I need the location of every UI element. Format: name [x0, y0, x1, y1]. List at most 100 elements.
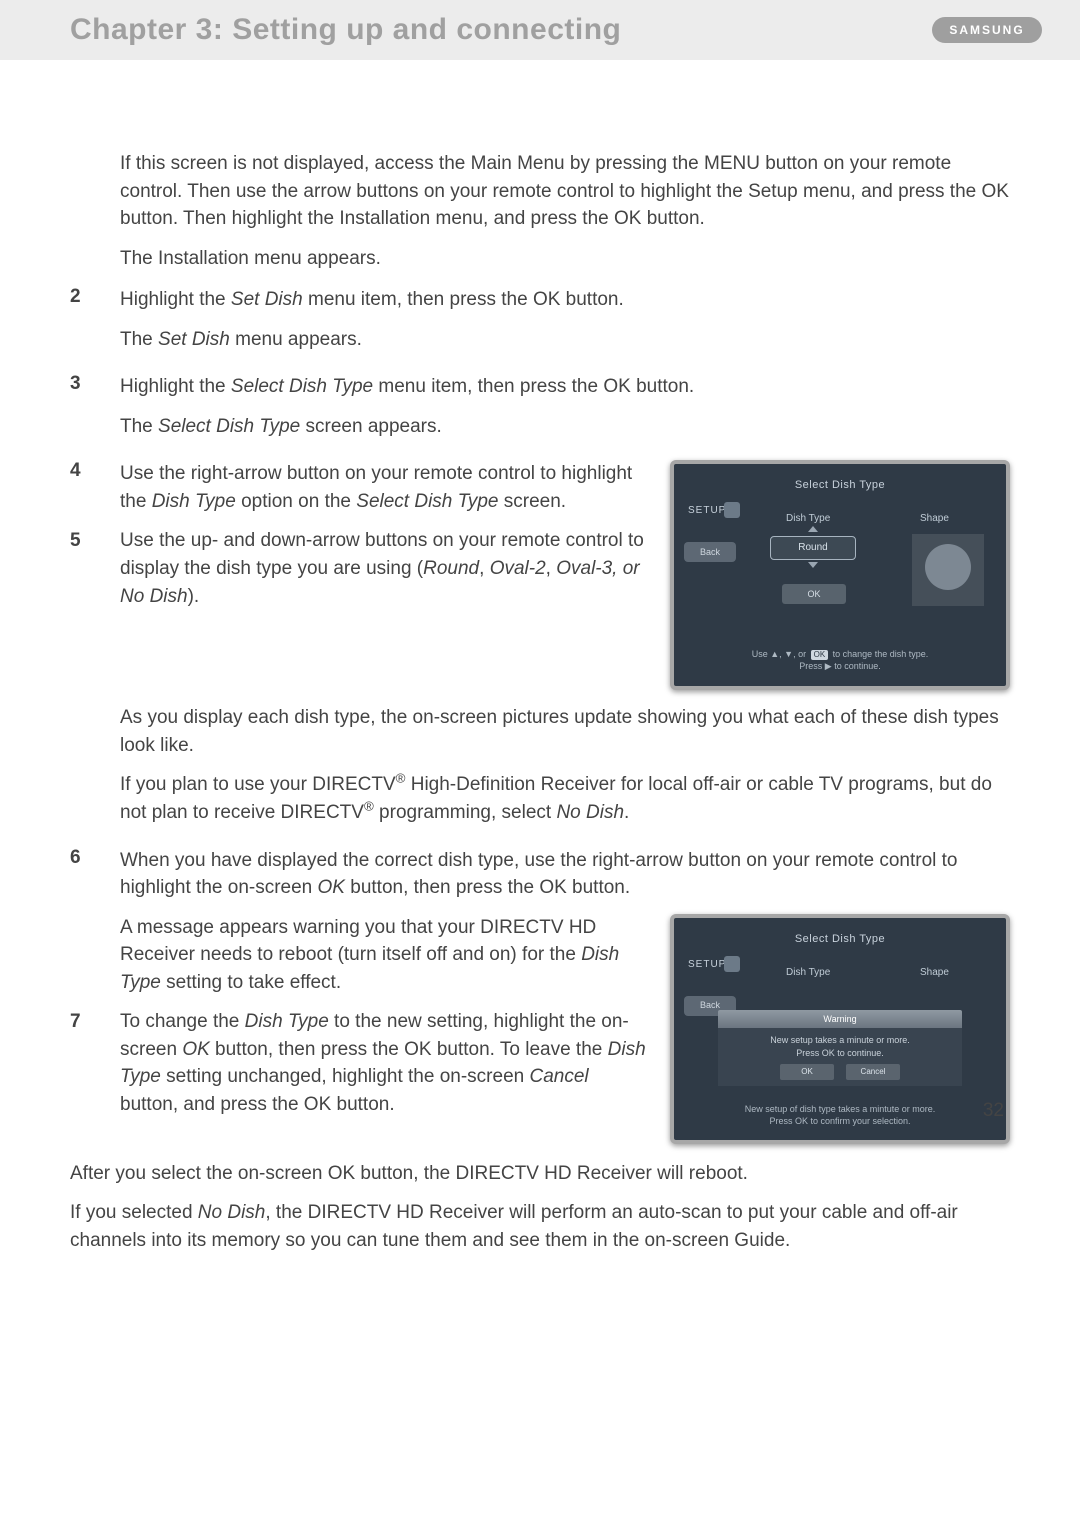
- tv-hint-text: New setup of dish type takes a mintute o…: [674, 1104, 1006, 1127]
- tv-column-dish-type: Dish Type: [786, 966, 830, 981]
- closing-2: If you selected No Dish, the DIRECTV HD …: [70, 1199, 1010, 1254]
- page-number: 32: [983, 1100, 1004, 1122]
- text-fragment: Use ▲, ▼, or: [752, 649, 809, 659]
- text-fragment: If you selected: [70, 1202, 198, 1223]
- text-fragment: The: [120, 329, 158, 350]
- tv-setup-label: SETUP: [688, 958, 726, 973]
- registered-symbol: ®: [364, 799, 374, 814]
- warning-dialog-screenshot: Select Dish Type SETUP Dish Type Shape B…: [670, 914, 1010, 1144]
- tv-warning-title: Warning: [718, 1010, 962, 1028]
- text-fragment: screen appears.: [300, 416, 442, 437]
- text-fragment: menu item, then press the OK button.: [303, 289, 624, 310]
- ok-chip-icon: OK: [795, 1116, 808, 1126]
- tv-dish-shape-preview: [912, 534, 984, 606]
- closing-paragraphs: After you select the on-screen OK button…: [70, 1160, 1010, 1255]
- emphasis-dish-type: Dish Type: [245, 1011, 329, 1032]
- text-fragment: Highlight the: [120, 289, 231, 310]
- step-4-text: Use the right-arrow button on your remot…: [120, 460, 650, 515]
- chapter-title: Chapter 3: Setting up and connecting: [70, 13, 621, 47]
- step-text: Highlight the Set Dish menu item, then p…: [120, 286, 1010, 314]
- tv-ok-button: OK: [782, 584, 846, 604]
- step-number: 7: [70, 1008, 120, 1130]
- text-fragment: ,: [479, 558, 490, 579]
- ok-chip-icon: OK: [811, 650, 829, 660]
- text-fragment: Press OK to continue.: [718, 1047, 962, 1060]
- step-5-text: Use the up- and down-arrow buttons on yo…: [120, 527, 650, 610]
- emphasis-select-dish-type: Select Dish Type: [158, 416, 300, 437]
- tv-column-shape: Shape: [920, 512, 949, 527]
- step-result: The Select Dish Type screen appears.: [120, 413, 1010, 441]
- select-dish-type-screenshot: Select Dish Type SETUP Dish Type Shape B…: [670, 460, 1010, 690]
- emphasis-set-dish: Set Dish: [231, 289, 303, 310]
- tv-dish-type-value: Round: [770, 536, 856, 560]
- text-fragment: Press ▶ to continue.: [799, 661, 880, 671]
- text-fragment: A message appears warning you that your …: [120, 917, 596, 966]
- text-fragment: ).: [188, 586, 200, 607]
- emphasis-no-dish: No Dish: [556, 802, 624, 823]
- gear-icon: [724, 502, 740, 518]
- text-fragment: button, then press the OK button. To lea…: [210, 1039, 608, 1060]
- text-fragment: programming, select: [374, 802, 557, 823]
- text-fragment: The: [120, 416, 158, 437]
- step-number: 2: [70, 286, 120, 365]
- text-fragment: button, and press the OK button.: [120, 1094, 395, 1115]
- step-5-after-2: If you plan to use your DIRECTV® High-De…: [120, 771, 1010, 826]
- step-6-text: When you have displayed the correct dish…: [120, 847, 1010, 902]
- text-fragment: screen.: [498, 491, 566, 512]
- step-text: Highlight the Select Dish Type menu item…: [120, 373, 1010, 401]
- step-4-5-block: 4 Use the right-arrow button on your rem…: [70, 460, 1010, 838]
- dish-icon: [925, 544, 971, 590]
- tv-title: Select Dish Type: [674, 464, 1006, 494]
- tv-ok-button: OK: [780, 1064, 834, 1080]
- content-area: If this screen is not displayed, access …: [0, 60, 1080, 1254]
- text-fragment: menu item, then press the OK button.: [373, 376, 694, 397]
- text-fragment: menu appears.: [230, 329, 362, 350]
- text-fragment: .: [624, 802, 629, 823]
- step-number: 3: [70, 373, 120, 452]
- emphasis-cancel: Cancel: [530, 1066, 589, 1087]
- emphasis-oval2: Oval-2: [490, 558, 546, 579]
- text-fragment: setting unchanged, highlight the on-scre…: [161, 1066, 530, 1087]
- samsung-logo: SAMSUNG: [932, 17, 1042, 43]
- step-result: The Set Dish menu appears.: [120, 326, 1010, 354]
- text-fragment: to confirm your selection.: [808, 1116, 911, 1126]
- tv-column-shape: Shape: [920, 966, 949, 981]
- registered-symbol: ®: [396, 771, 406, 786]
- tv-column-dish-type: Dish Type: [786, 512, 830, 527]
- emphasis-ok: OK: [182, 1039, 209, 1060]
- step-6-result: A message appears warning you that your …: [120, 914, 650, 997]
- intro-block: If this screen is not displayed, access …: [120, 150, 1010, 272]
- text-fragment: If you plan to use your DIRECTV: [120, 774, 396, 795]
- text-fragment: Highlight the: [120, 376, 231, 397]
- text-fragment: option on the: [236, 491, 356, 512]
- closing-1: After you select the on-screen OK button…: [70, 1160, 1010, 1188]
- tv-warning-body: New setup takes a minute or more. Press …: [718, 1028, 962, 1086]
- chapter-header: Chapter 3: Setting up and connecting SAM…: [0, 0, 1080, 60]
- text-fragment: ,: [546, 558, 557, 579]
- step-number: 5: [70, 527, 120, 622]
- text-fragment: To change the: [120, 1011, 245, 1032]
- text-fragment: button, then press the OK button.: [345, 877, 630, 898]
- step-6: 6 When you have displayed the correct di…: [70, 847, 1010, 1144]
- tv-setup-label: SETUP: [688, 504, 726, 519]
- emphasis-no-dish: No Dish: [198, 1202, 266, 1223]
- emphasis-select-dish-type: Select Dish Type: [231, 376, 373, 397]
- emphasis-select-dish-type: Select Dish Type: [356, 491, 498, 512]
- instruction-list: 2 Highlight the Set Dish menu item, then…: [70, 286, 1010, 1143]
- emphasis-set-dish: Set Dish: [158, 329, 230, 350]
- text-fragment: to change the dish type.: [830, 649, 928, 659]
- tv-cancel-button: Cancel: [846, 1064, 900, 1080]
- gear-icon: [724, 956, 740, 972]
- step-7-text: To change the Dish Type to the new setti…: [120, 1008, 650, 1118]
- text-fragment: New setup takes a minute or more.: [718, 1034, 962, 1047]
- arrow-up-icon: [808, 526, 818, 532]
- step-number: 4: [70, 460, 120, 838]
- step-5-after-1: As you display each dish type, the on-sc…: [120, 704, 1010, 759]
- tv-back-button: Back: [684, 542, 736, 562]
- text-fragment: New setup of dish type takes a mintute o…: [745, 1104, 936, 1114]
- emphasis-dish-type: Dish Type: [152, 491, 236, 512]
- document-page: Chapter 3: Setting up and connecting SAM…: [0, 0, 1080, 1528]
- tv-title: Select Dish Type: [674, 918, 1006, 948]
- tv-hint-text: Use ▲, ▼, or OK to change the dish type.…: [674, 649, 1006, 672]
- text-fragment: Press: [769, 1116, 795, 1126]
